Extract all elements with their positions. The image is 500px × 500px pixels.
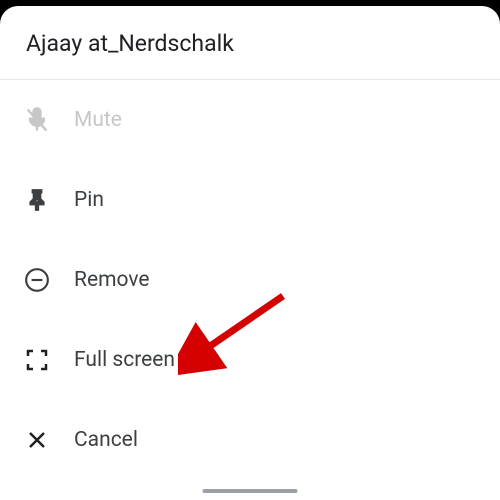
home-indicator [203,489,298,493]
participant-name: Ajaay at_Nerdschalk [26,30,474,57]
close-icon [20,423,54,457]
cancel-option[interactable]: Cancel [0,400,500,480]
remove-label: Remove [74,268,150,292]
remove-icon [20,263,54,297]
fullscreen-icon [20,343,54,377]
pin-option[interactable]: Pin [0,160,500,240]
fullscreen-option[interactable]: Full screen [0,320,500,400]
remove-option[interactable]: Remove [0,240,500,320]
sheet-header: Ajaay at_Nerdschalk [0,6,500,79]
mute-label: Mute [74,108,122,132]
action-sheet: Ajaay at_Nerdschalk Mute Pin [0,6,500,500]
mute-option: Mute [0,80,500,160]
mute-icon [20,103,54,137]
menu: Mute Pin Remove [0,80,500,480]
pin-label: Pin [74,188,104,212]
cancel-label: Cancel [74,428,138,452]
pin-icon [20,183,54,217]
fullscreen-label: Full screen [74,348,175,372]
